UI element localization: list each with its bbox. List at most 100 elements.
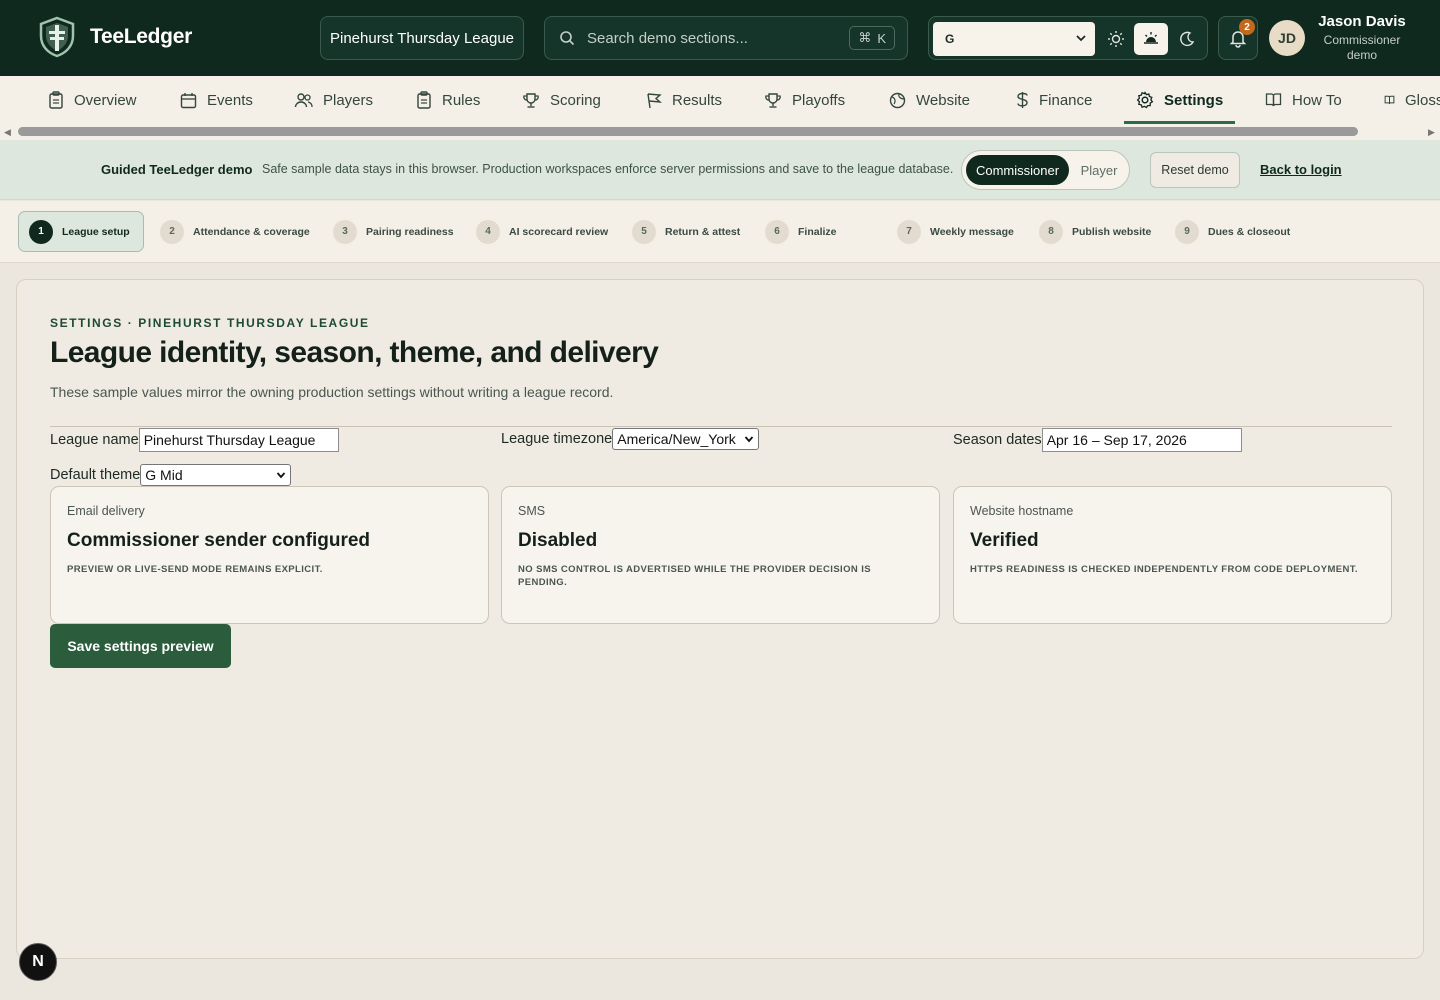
dark-mode-toggle[interactable] (1170, 23, 1204, 55)
user-role: Commissioner demo (1323, 33, 1401, 62)
tab-label: Players (323, 91, 374, 109)
step-label: AI scorecard review (509, 225, 609, 238)
dev-tools-badge[interactable]: N (19, 943, 57, 981)
command-key-icon: ⌘ (858, 30, 872, 45)
brand-name: TeeLedger (90, 25, 192, 48)
scroll-left-icon[interactable]: ◀ (4, 127, 11, 138)
field-label: League name (50, 432, 139, 448)
league-switcher-button[interactable]: Pinehurst Thursday League (320, 16, 524, 60)
save-settings-button[interactable]: Save settings preview (50, 624, 231, 668)
tab-label: Overview (74, 91, 137, 109)
tab-overview[interactable]: Overview (48, 76, 137, 124)
tab-label: Rules (442, 91, 481, 109)
calendar-icon (180, 92, 197, 108)
step-publish-website[interactable]: 8 Publish website (1039, 211, 1151, 252)
step-attendance[interactable]: 2 Attendance & coverage (160, 211, 310, 252)
search-shortcut: ⌘ K (849, 26, 895, 50)
field-label: Default theme (50, 467, 141, 483)
shield-logo-icon (39, 16, 75, 58)
tab-finance[interactable]: Finance (1016, 76, 1092, 124)
league-name-field: League name (50, 428, 339, 452)
banner-title: Guided TeeLedger demo (101, 162, 253, 177)
divider (50, 426, 1392, 427)
step-pairing[interactable]: 3 Pairing readiness (333, 211, 454, 252)
step-label: Pairing readiness (366, 225, 454, 238)
tile-note: HTTPS readiness is checked independently… (970, 564, 1358, 575)
season-dates-input[interactable] (1041, 428, 1242, 452)
tile-label: SMS (518, 504, 546, 518)
tab-label: Website (916, 91, 970, 109)
tile-note: Preview or live-send mode remains explic… (67, 564, 323, 575)
step-number: 3 (333, 219, 357, 244)
step-number: 8 (1039, 219, 1063, 244)
avatar[interactable]: JD (1269, 20, 1305, 56)
select-value: G Mid (145, 467, 183, 483)
tab-label: Results (672, 91, 723, 109)
step-dues-closeout[interactable]: 9 Dues & closeout (1175, 211, 1290, 252)
chevron-down-icon (1076, 35, 1086, 42)
tab-results[interactable]: Results (645, 76, 722, 124)
reset-demo-button[interactable]: Reset demo (1150, 152, 1240, 188)
step-league-setup[interactable]: 1 League setup (18, 211, 144, 252)
banner-text: Safe sample data stays in this browser. … (262, 162, 954, 176)
tab-how-to[interactable]: How To (1265, 76, 1342, 124)
step-ai-scorecard[interactable]: 4 AI scorecard review (476, 211, 608, 252)
step-label: Weekly message (930, 225, 1014, 238)
league-name-input[interactable] (138, 428, 339, 452)
flag-icon (647, 92, 662, 108)
default-theme-select[interactable]: G Mid (140, 464, 292, 486)
search-placeholder: Search demo sections... (587, 29, 748, 47)
role-commissioner-button[interactable]: Commissioner (966, 155, 1069, 185)
step-number: 6 (765, 219, 789, 244)
tab-playoffs[interactable]: Playoffs (764, 76, 845, 124)
step-label: Attendance & coverage (193, 225, 310, 238)
trophy-icon (765, 92, 781, 108)
scroll-right-icon[interactable]: ▶ (1428, 127, 1435, 138)
tile-label: Website hostname (970, 504, 1074, 518)
role-player-button[interactable]: Player (1072, 155, 1126, 185)
email-delivery-tile: Email delivery Commissioner sender confi… (50, 486, 489, 624)
role-toggle: Commissioner Player (961, 150, 1130, 190)
settings-card: SETTINGS · PINEHURST THURSDAY LEAGUE Lea… (16, 279, 1424, 959)
tile-value: Disabled (518, 530, 598, 551)
sun-icon (1108, 31, 1124, 47)
tab-players[interactable]: Players (294, 76, 373, 124)
light-mode-toggle[interactable] (1099, 23, 1133, 55)
theme-select[interactable]: G (933, 22, 1095, 56)
sunrise-icon (1144, 32, 1158, 44)
back-to-login-link[interactable]: Back to login (1260, 162, 1342, 177)
scroll-thumb[interactable] (18, 127, 1358, 136)
mid-mode-toggle[interactable] (1134, 23, 1168, 55)
tab-glossary[interactable]: Gloss (1384, 76, 1440, 124)
step-label: Return & attest (665, 225, 741, 238)
website-hostname-tile: Website hostname Verified HTTPS readines… (953, 486, 1392, 624)
page-subtitle: These sample values mirror the owning pr… (50, 384, 614, 400)
tab-scoring[interactable]: Scoring (522, 76, 601, 124)
book-icon (1265, 93, 1282, 107)
step-weekly-message[interactable]: 7 Weekly message (897, 211, 1014, 252)
dollar-icon (1017, 92, 1028, 108)
tab-website[interactable]: Website (889, 76, 970, 124)
step-number: 7 (897, 219, 921, 244)
step-finalize[interactable]: 6 Finalize (765, 211, 837, 252)
brand[interactable]: TeeLedger (38, 16, 192, 58)
gear-icon (1136, 91, 1154, 109)
tab-settings[interactable]: Settings (1123, 76, 1236, 124)
shortcut-key: K (877, 30, 886, 46)
main-nav: Overview Events Players Rules Scoring Re… (0, 76, 1440, 124)
default-theme-field: Default theme G Mid (50, 464, 292, 486)
tab-rules[interactable]: Rules (416, 76, 480, 124)
tab-events[interactable]: Events (180, 76, 253, 124)
tab-label: Events (207, 91, 253, 109)
nav-scrollbar[interactable]: ◀ ▶ (0, 124, 1440, 140)
step-number: 1 (29, 219, 53, 244)
theme-controls: G (928, 16, 1208, 60)
notifications-button[interactable]: 2 (1218, 16, 1258, 60)
step-number: 5 (632, 219, 656, 244)
timezone-field: League timezone America/New_York (501, 428, 760, 450)
field-label: Season dates (953, 432, 1042, 448)
search-icon (560, 31, 575, 46)
step-return-attest[interactable]: 5 Return & attest (632, 211, 740, 252)
search-input[interactable]: Search demo sections... ⌘ K (544, 16, 908, 60)
timezone-select[interactable]: America/New_York (612, 428, 760, 450)
